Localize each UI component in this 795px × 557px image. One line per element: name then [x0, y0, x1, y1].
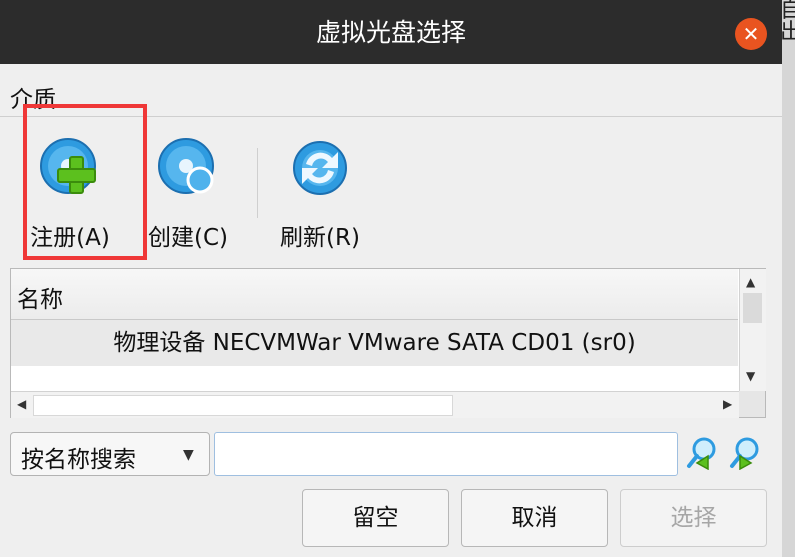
disc-create-icon [158, 138, 214, 194]
background-window-edge: 自 出 [782, 0, 795, 557]
create-disc-label: 创建(C) [147, 225, 228, 251]
refresh-button[interactable]: 刷新(R) [272, 136, 368, 252]
scroll-left-icon[interactable]: ◀ [17, 397, 26, 411]
vertical-scrollbar[interactable]: ▲ ▼ [739, 269, 766, 391]
scroll-down-icon[interactable]: ▼ [746, 369, 755, 383]
dialog-window: 虚拟光盘选择 ✕ 介质 注册(A) 创建(C) 刷新(R) 名称 物理设备 NE… [0, 0, 782, 557]
refresh-label: 刷新(R) [280, 225, 360, 251]
search-input[interactable] [214, 432, 678, 476]
media-list[interactable]: 名称 物理设备 NECVMWar VMware SATA CD01 (sr0) … [10, 268, 766, 418]
add-button-highlight [23, 104, 147, 260]
close-icon: ✕ [742, 22, 760, 46]
scroll-right-icon[interactable]: ▶ [723, 397, 732, 411]
title-bar[interactable]: 虚拟光盘选择 ✕ [0, 0, 782, 64]
create-disc-button[interactable]: 创建(C) [140, 136, 236, 252]
column-header-name[interactable]: 名称 [17, 280, 63, 314]
horizontal-scroll-thumb[interactable] [33, 395, 453, 416]
search-mode-select[interactable]: 按名称搜索 ▼ [10, 432, 210, 476]
leave-empty-button[interactable]: 留空 [302, 489, 449, 547]
search-backward-button[interactable] [685, 436, 719, 471]
choose-button[interactable]: 选择 [620, 489, 767, 547]
close-button[interactable]: ✕ [735, 18, 767, 50]
vertical-scroll-thumb[interactable] [743, 293, 762, 323]
horizontal-scrollbar[interactable]: ◀ ▶ [11, 391, 739, 418]
list-item[interactable]: 物理设备 NECVMWar VMware SATA CD01 (sr0) [11, 320, 738, 366]
list-item-name: 物理设备 NECVMWar VMware SATA CD01 (sr0) [113, 330, 636, 356]
search-mode-value: 按名称搜索 [21, 447, 136, 473]
window-title: 虚拟光盘选择 [315, 18, 466, 47]
scroll-up-icon[interactable]: ▲ [746, 275, 755, 289]
chevron-down-icon: ▼ [183, 447, 194, 463]
refresh-icon [293, 141, 347, 195]
cancel-button[interactable]: 取消 [461, 489, 608, 547]
scroll-corner [739, 391, 765, 417]
search-forward-icon [730, 437, 759, 471]
toolbar-separator [257, 148, 258, 218]
list-header: 名称 [11, 269, 738, 320]
background-text: 自 出 [782, 0, 795, 45]
search-backward-icon [687, 437, 716, 471]
search-forward-button[interactable] [728, 436, 762, 471]
